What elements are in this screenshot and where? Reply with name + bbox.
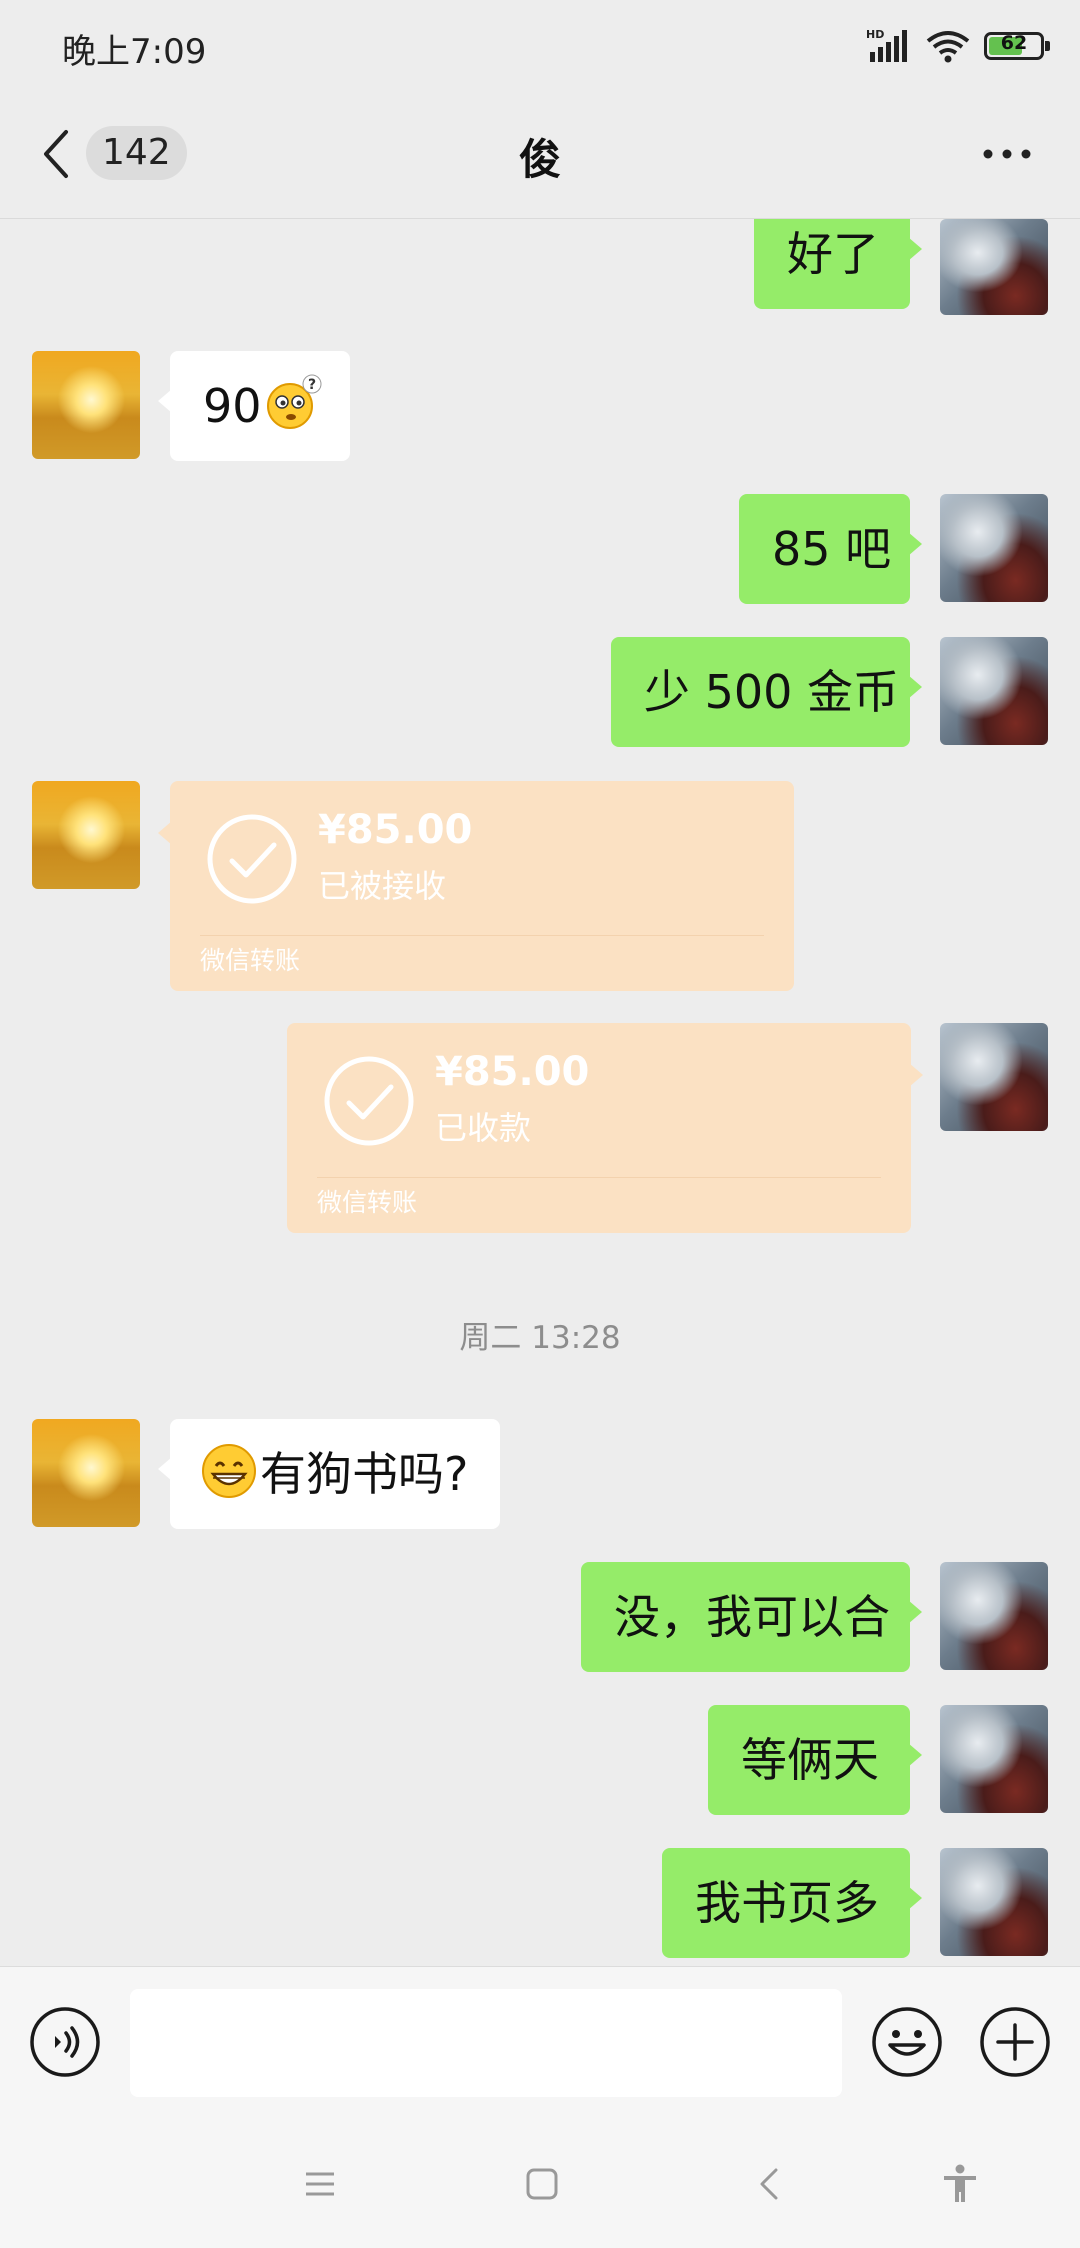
avatar-self[interactable] xyxy=(940,219,1048,315)
transfer-card-received[interactable]: ¥85.00 已被接收 微信转账 xyxy=(158,781,794,991)
avatar-contact[interactable] xyxy=(32,351,140,459)
accessibility-icon[interactable] xyxy=(938,2162,982,2206)
message-bubble-outgoing[interactable]: 我书页多 xyxy=(662,1848,922,1958)
transfer-status: 已被接收 xyxy=(318,867,447,905)
home-icon[interactable] xyxy=(520,2162,564,2206)
transfer-brand-label: 微信转账 xyxy=(200,946,301,975)
message-bubble-outgoing[interactable]: 等俩天 xyxy=(708,1705,922,1815)
wifi-icon xyxy=(926,31,970,63)
message-text: 85 吧 xyxy=(772,522,892,576)
network-label: HD xyxy=(866,28,884,41)
message-bubble-incoming[interactable]: 有狗书吗? xyxy=(158,1419,500,1529)
transfer-divider xyxy=(317,1177,881,1178)
battery-percent: 62 xyxy=(1000,32,1028,54)
chat-title: 俊 xyxy=(518,135,561,184)
avatar-contact[interactable] xyxy=(32,1419,140,1527)
message-text: 我书页多 xyxy=(695,1876,879,1930)
menu-icon[interactable] xyxy=(298,2162,342,2206)
chat-timestamp: 周二 13:28 xyxy=(459,1320,621,1356)
message-text: 等俩天 xyxy=(741,1733,879,1787)
avatar-self[interactable] xyxy=(940,494,1048,602)
transfer-brand-label: 微信转账 xyxy=(317,1188,418,1217)
message-bubble-outgoing[interactable]: 少 500 金币 xyxy=(611,637,922,747)
emoji-icon[interactable] xyxy=(870,2005,944,2079)
avatar-self[interactable] xyxy=(940,1562,1048,1670)
svg-text:?: ? xyxy=(308,377,316,393)
avatar-self[interactable] xyxy=(940,1705,1048,1813)
system-back-icon[interactable] xyxy=(748,2162,792,2206)
message-bubble-incoming[interactable]: 90 ? xyxy=(158,351,350,461)
more-options-icon[interactable] xyxy=(980,146,1034,162)
status-icons: HD 62 xyxy=(866,26,1050,66)
message-text: 没，我可以合 xyxy=(614,1590,890,1644)
message-bubble-outgoing[interactable]: 好了 xyxy=(754,219,922,309)
message-text: 少 500 金币 xyxy=(644,665,900,719)
transfer-amount: ¥85.00 xyxy=(318,807,473,853)
thinking-face-emoji-icon: ? xyxy=(266,374,322,429)
message-bubble-outgoing[interactable]: 没，我可以合 xyxy=(581,1562,922,1672)
transfer-status: 已收款 xyxy=(435,1109,532,1147)
message-input[interactable] xyxy=(130,1989,842,2097)
message-bubble-outgoing[interactable]: 85 吧 xyxy=(739,494,922,604)
message-text: 有狗书吗? xyxy=(260,1447,469,1501)
message-text: 好了 xyxy=(787,227,879,281)
status-bar: 晚上7:09 HD 62 xyxy=(0,0,1080,90)
chat-header: 142 俊 xyxy=(0,90,1080,219)
transfer-amount: ¥85.00 xyxy=(435,1049,590,1095)
transfer-card-collected[interactable]: ¥85.00 已收款 微信转账 xyxy=(287,1023,923,1233)
check-circle-icon xyxy=(207,814,297,904)
message-text: 90 xyxy=(203,379,262,433)
avatar-self[interactable] xyxy=(940,1848,1048,1956)
voice-input-icon[interactable] xyxy=(28,2005,102,2079)
avatar-contact[interactable] xyxy=(32,781,140,889)
battery-icon: 62 xyxy=(984,32,1050,60)
check-circle-icon xyxy=(324,1056,414,1146)
signal-icon: HD xyxy=(866,28,907,62)
avatar-self[interactable] xyxy=(940,1023,1048,1131)
avatar-self[interactable] xyxy=(940,637,1048,745)
grinning-face-emoji-icon xyxy=(202,1444,256,1498)
status-time: 晚上7:09 xyxy=(62,32,207,72)
chat-message-list[interactable]: 好了 90 ? 85 吧 少 500 金币 ¥85.00 已被接收 微信转账 ¥… xyxy=(0,219,1080,1965)
transfer-divider xyxy=(200,935,764,936)
input-bar xyxy=(0,1966,1080,2120)
system-navigation-bar xyxy=(0,2120,1080,2248)
add-attachment-icon[interactable] xyxy=(978,2005,1052,2079)
